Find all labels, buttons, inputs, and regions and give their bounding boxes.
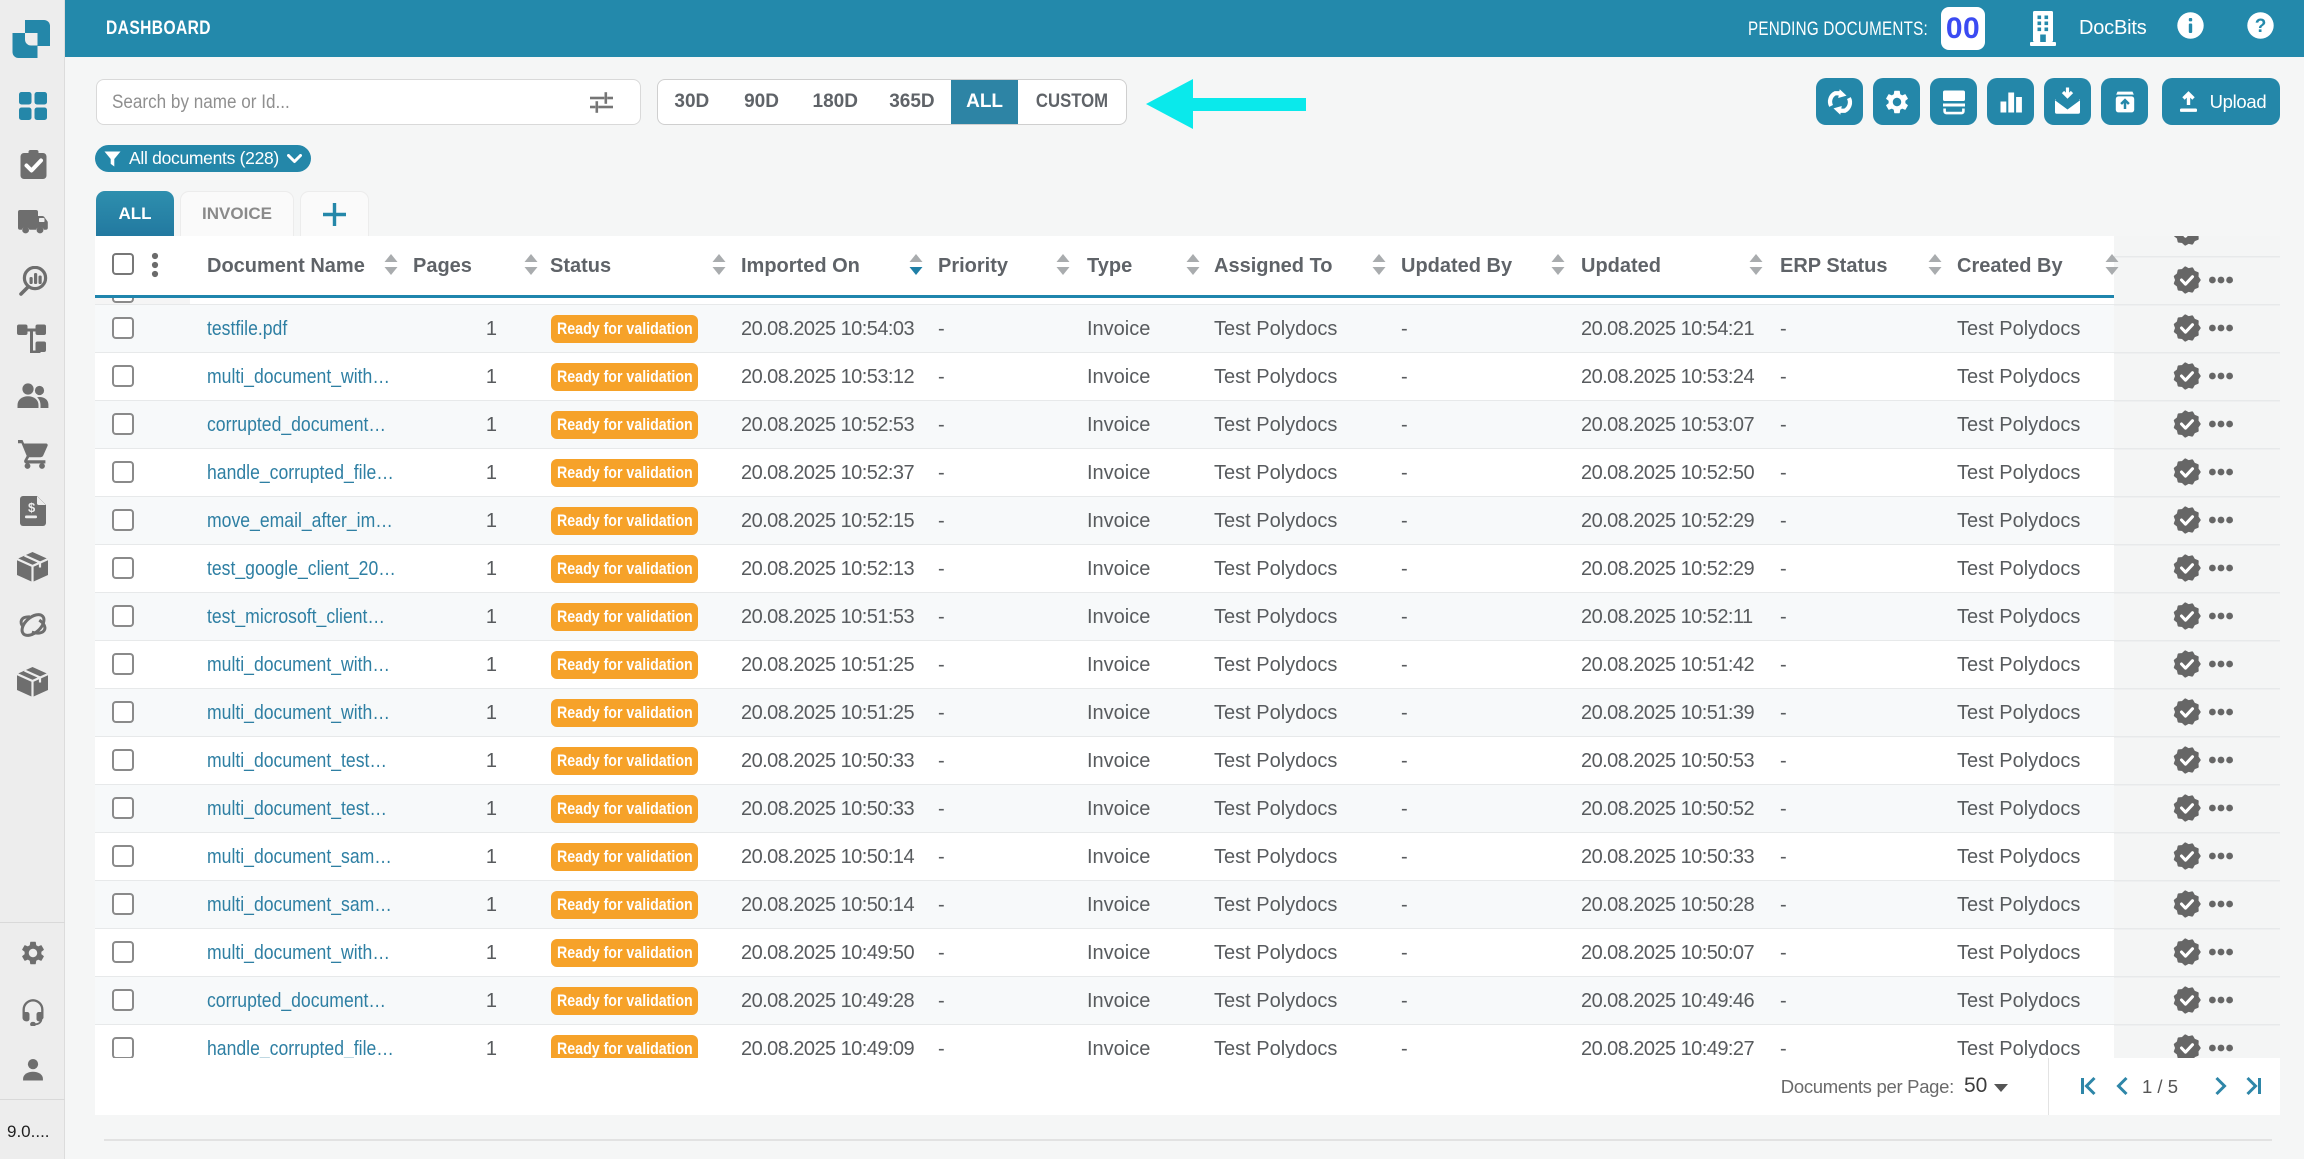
svg-text:?: ? [2255, 16, 2267, 37]
svg-text:$: $ [28, 500, 36, 515]
